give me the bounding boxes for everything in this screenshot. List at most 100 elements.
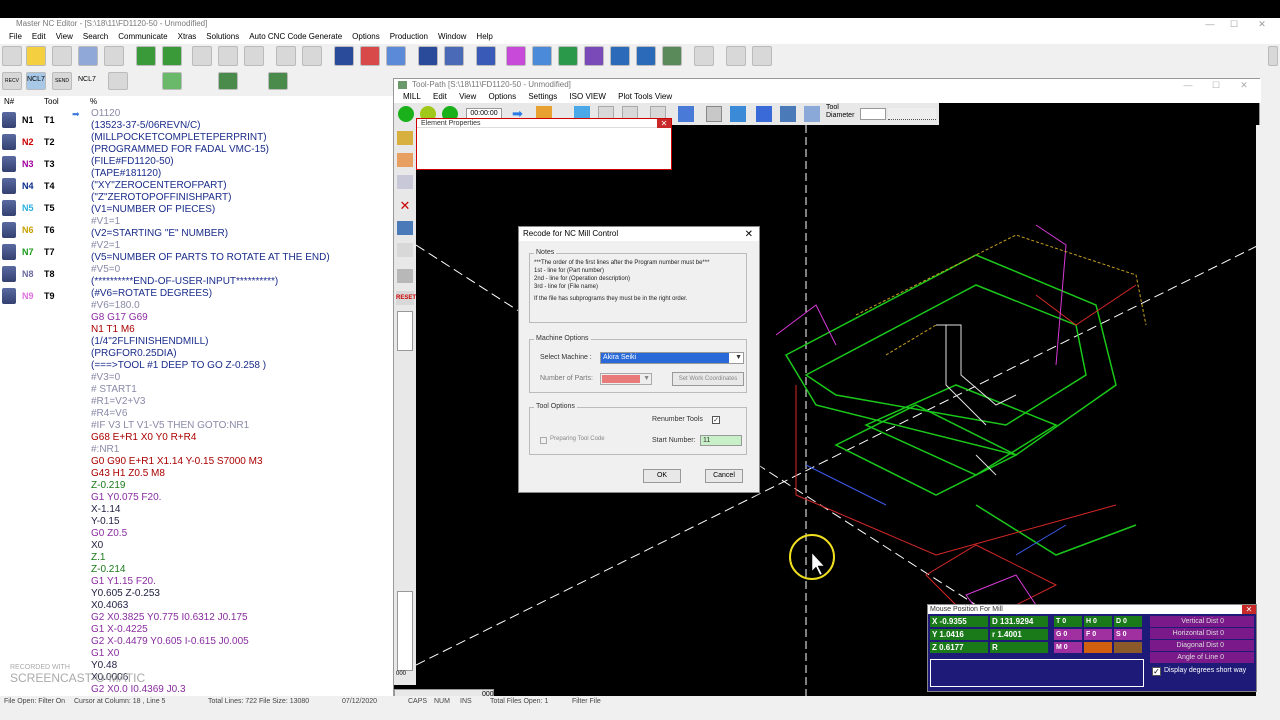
start-number-input[interactable]: 11 xyxy=(700,435,742,446)
tp-tool-3-icon[interactable] xyxy=(397,175,413,189)
tool-diameter-input[interactable] xyxy=(860,108,886,120)
cancel-button[interactable]: Cancel xyxy=(705,469,743,483)
renumber-tools-checkbox[interactable]: ✓ xyxy=(712,416,720,424)
cut-icon[interactable] xyxy=(192,46,212,66)
panel-icon[interactable] xyxy=(108,72,128,90)
edit-icon[interactable] xyxy=(78,46,98,66)
save-icon[interactable] xyxy=(52,46,72,66)
code-pane[interactable]: N# Tool % ➡ N1 T1 N2 T2 N3 T3 N4 T4 N5 T5 N6 T6 N7 T7… xyxy=(0,96,393,696)
machine-2-icon[interactable] xyxy=(268,72,288,90)
recode-dialog-close-icon[interactable]: ✕ xyxy=(745,229,753,240)
element-properties-close-icon[interactable]: ✕ xyxy=(657,119,671,128)
maximize-icon[interactable]: ☐ xyxy=(1220,18,1248,30)
short-way-checkbox[interactable]: ✓ xyxy=(1152,667,1161,676)
tp-minimize-icon[interactable]: — xyxy=(1174,79,1202,91)
search-icon[interactable] xyxy=(276,46,296,66)
menu-production[interactable]: Production xyxy=(385,30,433,44)
tool-row[interactable]: N2 T2 xyxy=(0,132,70,154)
calc-icon[interactable] xyxy=(334,46,354,66)
menu-search[interactable]: Search xyxy=(78,30,113,44)
number-of-parts-dropdown[interactable]: ▼ xyxy=(600,373,652,385)
refresh-icon[interactable] xyxy=(476,46,496,66)
tp-delete-icon[interactable]: ✕ xyxy=(397,199,413,213)
undo-icon[interactable] xyxy=(726,46,746,66)
tp-tool-6-icon[interactable] xyxy=(397,243,413,257)
doc-icon[interactable] xyxy=(532,46,552,66)
menu-xtras[interactable]: Xtras xyxy=(173,30,202,44)
menu-help[interactable]: Help xyxy=(471,30,497,44)
sync-icon[interactable] xyxy=(558,46,578,66)
tp-menu-iso[interactable]: ISO VIEW xyxy=(564,92,610,101)
open-file-icon[interactable] xyxy=(26,46,46,66)
reset-button[interactable]: RESET xyxy=(396,291,416,305)
tp-vertical-scroll[interactable] xyxy=(397,311,413,351)
mouse-position-close-icon[interactable]: ✕ xyxy=(1242,605,1256,614)
tp-maximize-icon[interactable]: ☐ xyxy=(1202,79,1230,91)
play-icon[interactable] xyxy=(398,106,414,122)
tp-menu-plot[interactable]: Plot Tools View xyxy=(613,92,677,101)
measure-icon[interactable] xyxy=(780,106,796,122)
tool-row[interactable]: N5 T5 xyxy=(0,198,70,220)
menu-auto-cnc[interactable]: Auto CNC Code Generate xyxy=(244,30,347,44)
recv-button[interactable]: RECV xyxy=(2,72,22,90)
fit-view-icon[interactable] xyxy=(678,106,694,122)
chevron-down-icon[interactable]: ▼ xyxy=(643,374,650,384)
filter-icon[interactable] xyxy=(584,46,604,66)
tp-menu-view[interactable]: View xyxy=(454,92,481,101)
machine-icon[interactable] xyxy=(218,72,238,90)
chevron-down-icon[interactable]: ▼ xyxy=(735,353,742,363)
font-icon[interactable] xyxy=(610,46,630,66)
send-button[interactable]: SEND xyxy=(52,72,72,90)
ok-button[interactable]: OK xyxy=(643,469,681,483)
menu-file[interactable]: File xyxy=(4,30,27,44)
tool-row[interactable]: N1 T1 xyxy=(0,110,70,132)
table-icon[interactable] xyxy=(662,46,682,66)
help-icon[interactable] xyxy=(636,46,656,66)
stop-icon[interactable] xyxy=(360,46,380,66)
layout-icon[interactable] xyxy=(694,46,714,66)
checklist-icon[interactable] xyxy=(162,72,182,90)
menu-view[interactable]: View xyxy=(51,30,78,44)
tool-row[interactable]: N6 T6 xyxy=(0,220,70,242)
find-replace-icon[interactable] xyxy=(302,46,322,66)
menu-solutions[interactable]: Solutions xyxy=(201,30,244,44)
print-icon[interactable] xyxy=(104,46,124,66)
new-file-icon[interactable] xyxy=(2,46,22,66)
tool-row[interactable]: N3 T3 xyxy=(0,154,70,176)
diameter-slider[interactable] xyxy=(888,108,936,120)
tool-icon[interactable] xyxy=(804,106,820,122)
tool-row[interactable]: N7 T7 xyxy=(0,242,70,264)
tp-menu-options[interactable]: Options xyxy=(484,92,522,101)
zoom-box-icon[interactable] xyxy=(706,106,722,122)
tp-close-icon[interactable]: ✕ xyxy=(1230,79,1258,91)
tp-tool-7-icon[interactable] xyxy=(397,269,413,283)
set-work-coordinates-button[interactable]: Set Work Coordinates xyxy=(672,372,744,386)
shield-icon[interactable] xyxy=(444,46,464,66)
recycle-icon[interactable] xyxy=(162,46,182,66)
nc-code-listing[interactable]: O1120 (13523-37-5/06REVN/C) (MILLPOCKETCOM… xyxy=(91,108,391,696)
tp-tool-1-icon[interactable] xyxy=(397,131,413,145)
menu-window[interactable]: Window xyxy=(433,30,471,44)
grid-icon[interactable] xyxy=(386,46,406,66)
tp-tool-2-icon[interactable] xyxy=(397,153,413,167)
paste-icon[interactable] xyxy=(244,46,264,66)
tp-menu-settings[interactable]: Settings xyxy=(523,92,562,101)
tp-menu-edit[interactable]: Edit xyxy=(428,92,452,101)
transfer-icon[interactable] xyxy=(136,46,156,66)
menu-edit[interactable]: Edit xyxy=(27,30,51,44)
tool-row[interactable]: N4 T4 xyxy=(0,176,70,198)
copy-icon[interactable] xyxy=(218,46,238,66)
tool-row[interactable]: N8 T8 xyxy=(0,264,70,286)
xml-icon[interactable] xyxy=(506,46,526,66)
globe-icon[interactable] xyxy=(418,46,438,66)
toolbar-close-icon[interactable] xyxy=(1268,46,1278,66)
redo-icon[interactable] xyxy=(752,46,772,66)
menu-communicate[interactable]: Communicate xyxy=(113,30,172,44)
select-machine-dropdown[interactable]: Akira Seiki ▼ xyxy=(600,352,744,364)
menu-options[interactable]: Options xyxy=(347,30,385,44)
target-icon[interactable] xyxy=(756,106,772,122)
tp-tool-5-icon[interactable] xyxy=(397,221,413,235)
tp-zoom-slider[interactable] xyxy=(397,591,413,671)
tp-menu-mill[interactable]: MILL xyxy=(398,92,426,101)
tool-row[interactable]: N9 T9 xyxy=(0,286,70,308)
